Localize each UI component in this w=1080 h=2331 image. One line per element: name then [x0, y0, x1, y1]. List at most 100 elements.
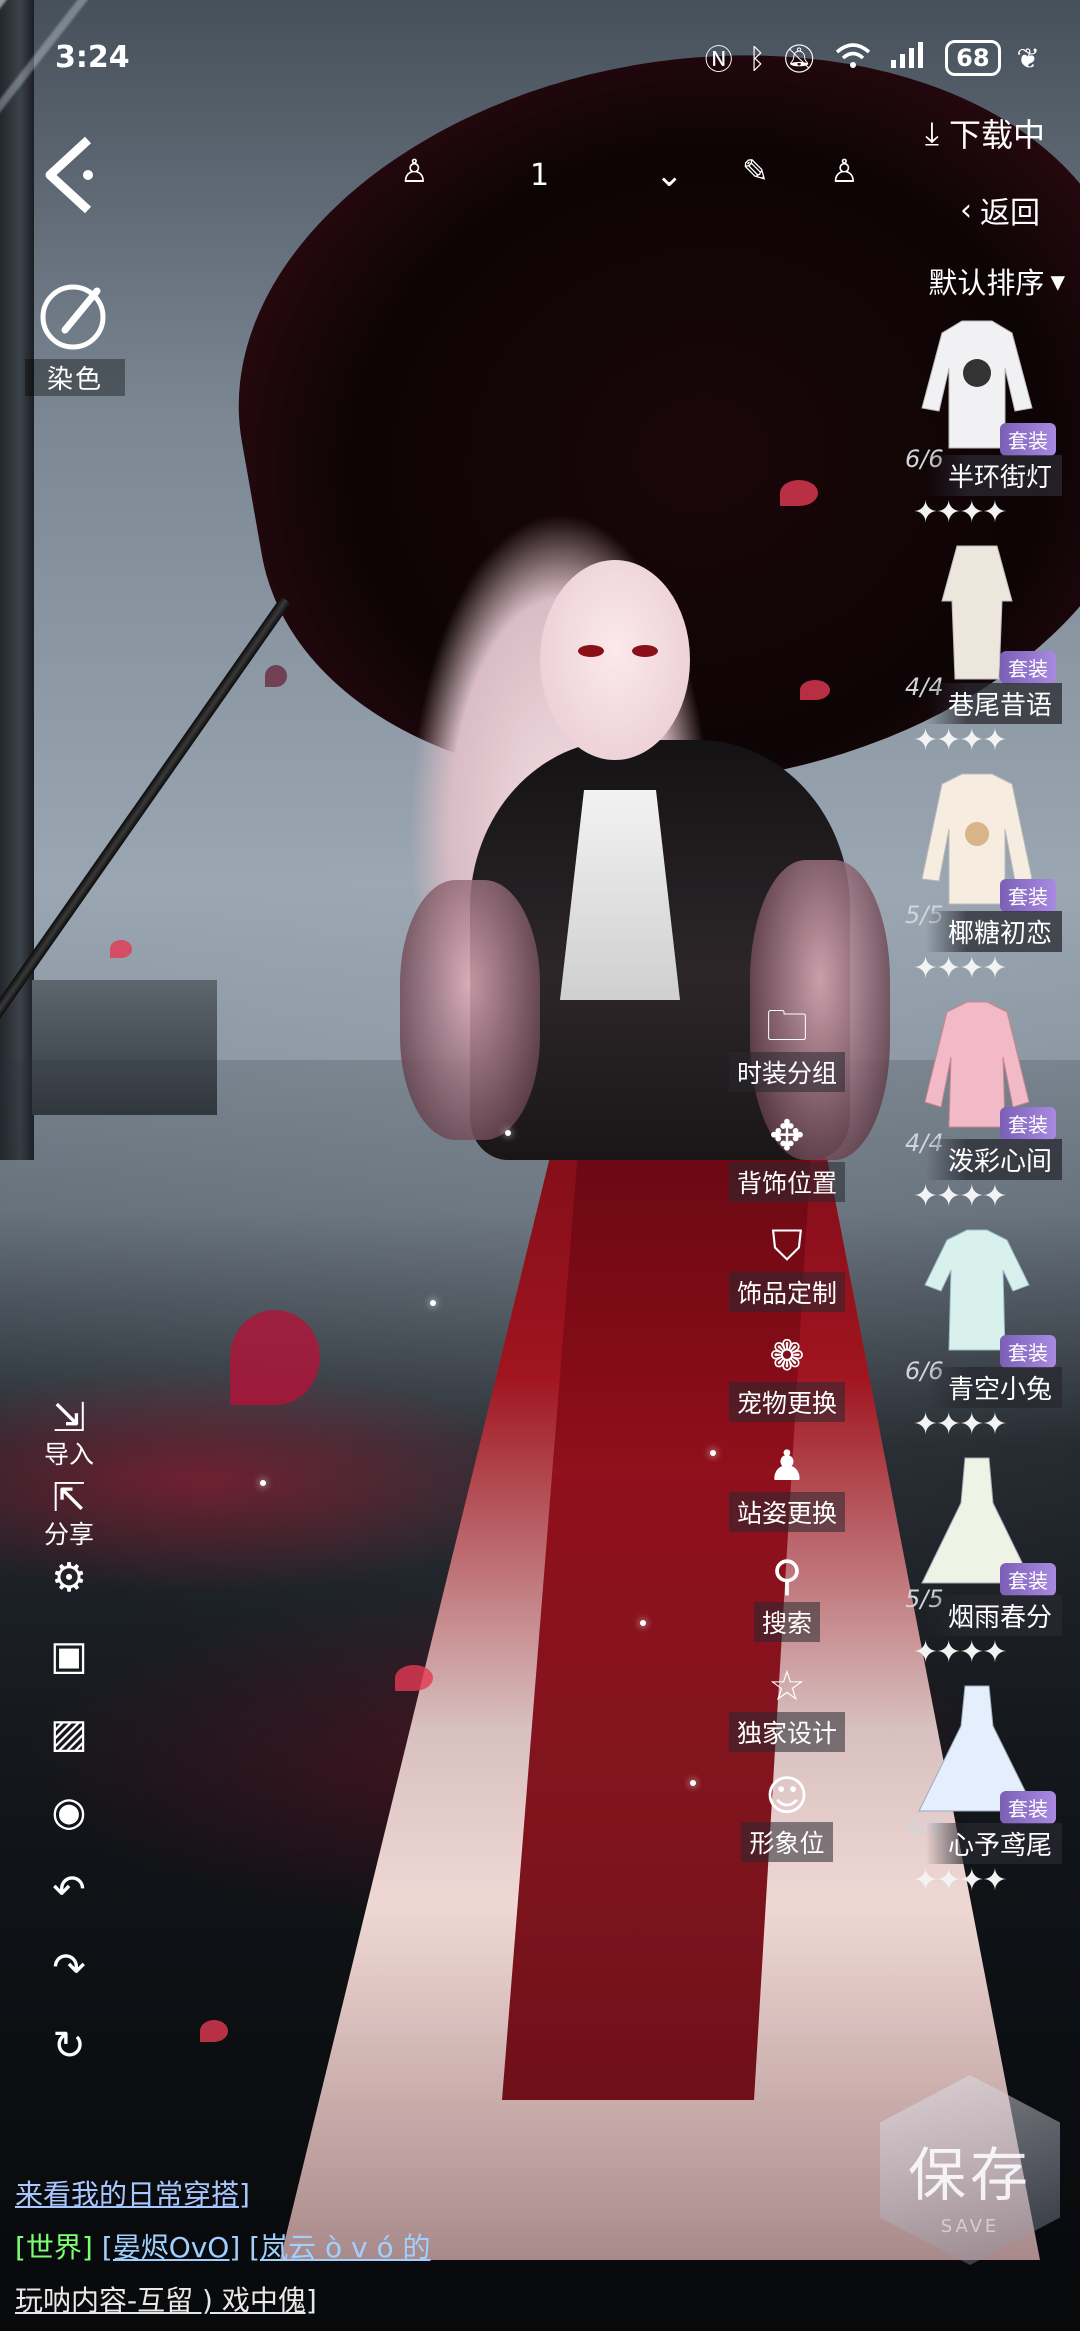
brush-icon[interactable]: ✎: [742, 152, 769, 190]
download-icon: ⤓: [924, 113, 939, 152]
petal: [110, 940, 132, 958]
mute-icon: 🔕︎: [781, 41, 818, 75]
collapse-down-icon[interactable]: ⌄: [655, 155, 684, 195]
share-label: 分享: [43, 1520, 94, 1549]
star-rating: ✦✦✦✦: [913, 1863, 1008, 1898]
visibility-button[interactable]: ◉: [34, 1789, 104, 1867]
accessory-custom-button[interactable]: ⛉ 饰品定制: [722, 1220, 852, 1330]
leaf-icon: ❦: [1016, 41, 1040, 75]
status-bar: 3:24 Ⓝ ᛒ 🔕︎ 68 ❦: [0, 0, 1080, 120]
bag-icon: ⛉: [771, 1221, 803, 1270]
character-eye: [578, 645, 604, 657]
search-button[interactable]: ⚲ 搜索: [722, 1550, 852, 1660]
item-name: 椰糖初恋: [925, 911, 1062, 952]
sparkle: [430, 1300, 436, 1306]
tool-menu: 🗀︎ 时装分组 ✥ 背饰位置 ⛉ 饰品定制 ❁ 宠物更换 ♟ 站姿更换 ⚲ 搜索…: [722, 1000, 852, 1880]
status-time: 3:24: [55, 40, 130, 75]
appearance-slot-button[interactable]: ☺ 形象位: [722, 1770, 852, 1880]
tool-label: 时装分组: [728, 1052, 845, 1092]
chevron-left-icon: ‹: [960, 192, 972, 228]
refresh-icon: ↻: [52, 2023, 86, 2069]
dress-outline-icon[interactable]: ♙: [830, 152, 859, 190]
move-icon: ✥: [769, 1111, 805, 1160]
sort-label: 默认排序: [928, 266, 1045, 300]
tool-label: 背饰位置: [728, 1162, 845, 1202]
back-arrow-icon[interactable]: [38, 130, 98, 220]
petal: [200, 2020, 228, 2042]
undo-button[interactable]: ↶: [34, 1867, 104, 1945]
return-button[interactable]: ‹ 返回: [960, 188, 1040, 232]
item-name: 半环街灯: [925, 455, 1062, 496]
star-rating: ✦✦✦✦: [913, 1179, 1008, 1214]
chat-message[interactable]: 来看我的日常穿搭]: [15, 2178, 250, 2211]
left-toolbar: ⇲ 导入 ⇱ 分享 ⚙ ▣ ▨ ◉ ↶ ↷ ↻: [34, 1395, 104, 2101]
import-label: 导入: [43, 1440, 94, 1469]
nfc-icon: Ⓝ: [704, 43, 733, 76]
tool-label: 形象位: [741, 1822, 833, 1862]
tool-label: 站姿更换: [728, 1492, 845, 1532]
set-badge: 套装: [1000, 879, 1056, 912]
dye-button[interactable]: 染色: [25, 275, 125, 396]
character-face: [540, 560, 690, 760]
star-rating: ✦✦✦✦: [913, 1407, 1008, 1442]
back-accessory-position-button[interactable]: ✥ 背饰位置: [722, 1110, 852, 1220]
import-button[interactable]: ⇲ 导入: [34, 1395, 104, 1475]
download-button[interactable]: ⤓ 下载中: [925, 110, 1045, 156]
set-badge: 套装: [1000, 1107, 1056, 1140]
chat-channel: [世界]: [15, 2231, 93, 2264]
sparkle: [690, 1780, 696, 1786]
wardrobe-item[interactable]: 5/5 套装 烟雨春分 ✦✦✦✦: [905, 1445, 1070, 1673]
fashion-group-button[interactable]: 🗀︎ 时装分组: [722, 1000, 852, 1110]
star-rating: ✦✦✦✦: [913, 495, 1008, 530]
dye-brush-icon: [35, 275, 115, 355]
share-button[interactable]: ⇱ 分享: [34, 1475, 104, 1555]
wardrobe-item[interactable]: 4/4 套装 心予鸢尾 ✦✦✦✦: [905, 1673, 1070, 1901]
petal: [800, 680, 830, 700]
pose-change-button[interactable]: ♟ 站姿更换: [722, 1440, 852, 1550]
settings-button[interactable]: ⚙: [34, 1555, 104, 1633]
sort-dropdown[interactable]: 默认排序 ▾: [928, 260, 1065, 302]
sparkle: [505, 1130, 511, 1136]
wardrobe-item[interactable]: 5/5 套装 椰糖初恋 ✦✦✦✦: [905, 761, 1070, 989]
tool-label: 饰品定制: [728, 1272, 845, 1312]
signal-icon: [889, 40, 929, 77]
chat-ticker[interactable]: 来看我的日常穿搭] [世界] [晏烬OvO] [岚云 ò v ó 的 玩呐内容-…: [15, 2168, 431, 2327]
sparkle: [260, 1480, 266, 1486]
search-icon: ⚲: [771, 1551, 803, 1600]
caret-down-icon: ▾: [1050, 264, 1065, 298]
gallery-button[interactable]: ▨: [34, 1711, 104, 1789]
redo-icon: ↷: [52, 1945, 86, 1991]
chat-message[interactable]: 玩呐内容-互留 ) 戏中傀]: [15, 2284, 317, 2317]
petal: [780, 480, 818, 506]
image-icon: ▨: [50, 1711, 88, 1757]
chat-user[interactable]: [岚云 ò v ó 的: [249, 2231, 430, 2264]
wardrobe-item[interactable]: 4/4 套装 巷尾昔语 ✦✦✦✦: [905, 533, 1070, 761]
item-name: 巷尾昔语: [925, 683, 1062, 724]
item-name: 烟雨春分: [925, 1595, 1062, 1636]
character-eye: [632, 645, 658, 657]
chat-user[interactable]: [晏烬OvO]: [102, 2231, 241, 2264]
star-icon: ☆: [768, 1661, 806, 1710]
set-badge: 套装: [1000, 1791, 1056, 1824]
parasol-handle: [0, 596, 291, 1030]
dress-icon[interactable]: ♙: [400, 152, 429, 190]
wardrobe-item[interactable]: 4/4 套装 泼彩心间 ✦✦✦✦: [905, 989, 1070, 1217]
paw-icon: ❁: [769, 1331, 805, 1380]
reset-button[interactable]: ↻: [34, 2023, 104, 2101]
face-icon: ☺: [765, 1771, 809, 1820]
wardrobe-list[interactable]: 6/6 套装 半环街灯 ✦✦✦✦ 4/4 套装 巷尾昔语 ✦✦✦✦ 5/5 套装…: [905, 305, 1070, 1901]
folder-icon: 🗀︎: [765, 1001, 808, 1050]
camera-button[interactable]: ▣: [34, 1633, 104, 1711]
set-badge: 套装: [1000, 651, 1056, 684]
pose-icon: ♟: [768, 1441, 806, 1490]
exclusive-design-button[interactable]: ☆ 独家设计: [722, 1660, 852, 1770]
wardrobe-item[interactable]: 6/6 套装 青空小兔 ✦✦✦✦: [905, 1217, 1070, 1445]
bluetooth-icon: ᛒ: [748, 41, 766, 75]
redo-button[interactable]: ↷: [34, 1945, 104, 2023]
wifi-6-icon: [833, 40, 873, 77]
eye-icon: ◉: [51, 1789, 87, 1835]
pet-change-button[interactable]: ❁ 宠物更换: [722, 1330, 852, 1440]
petal: [265, 665, 287, 687]
sparkle: [710, 1450, 716, 1456]
wardrobe-item[interactable]: 6/6 套装 半环街灯 ✦✦✦✦: [905, 305, 1070, 533]
